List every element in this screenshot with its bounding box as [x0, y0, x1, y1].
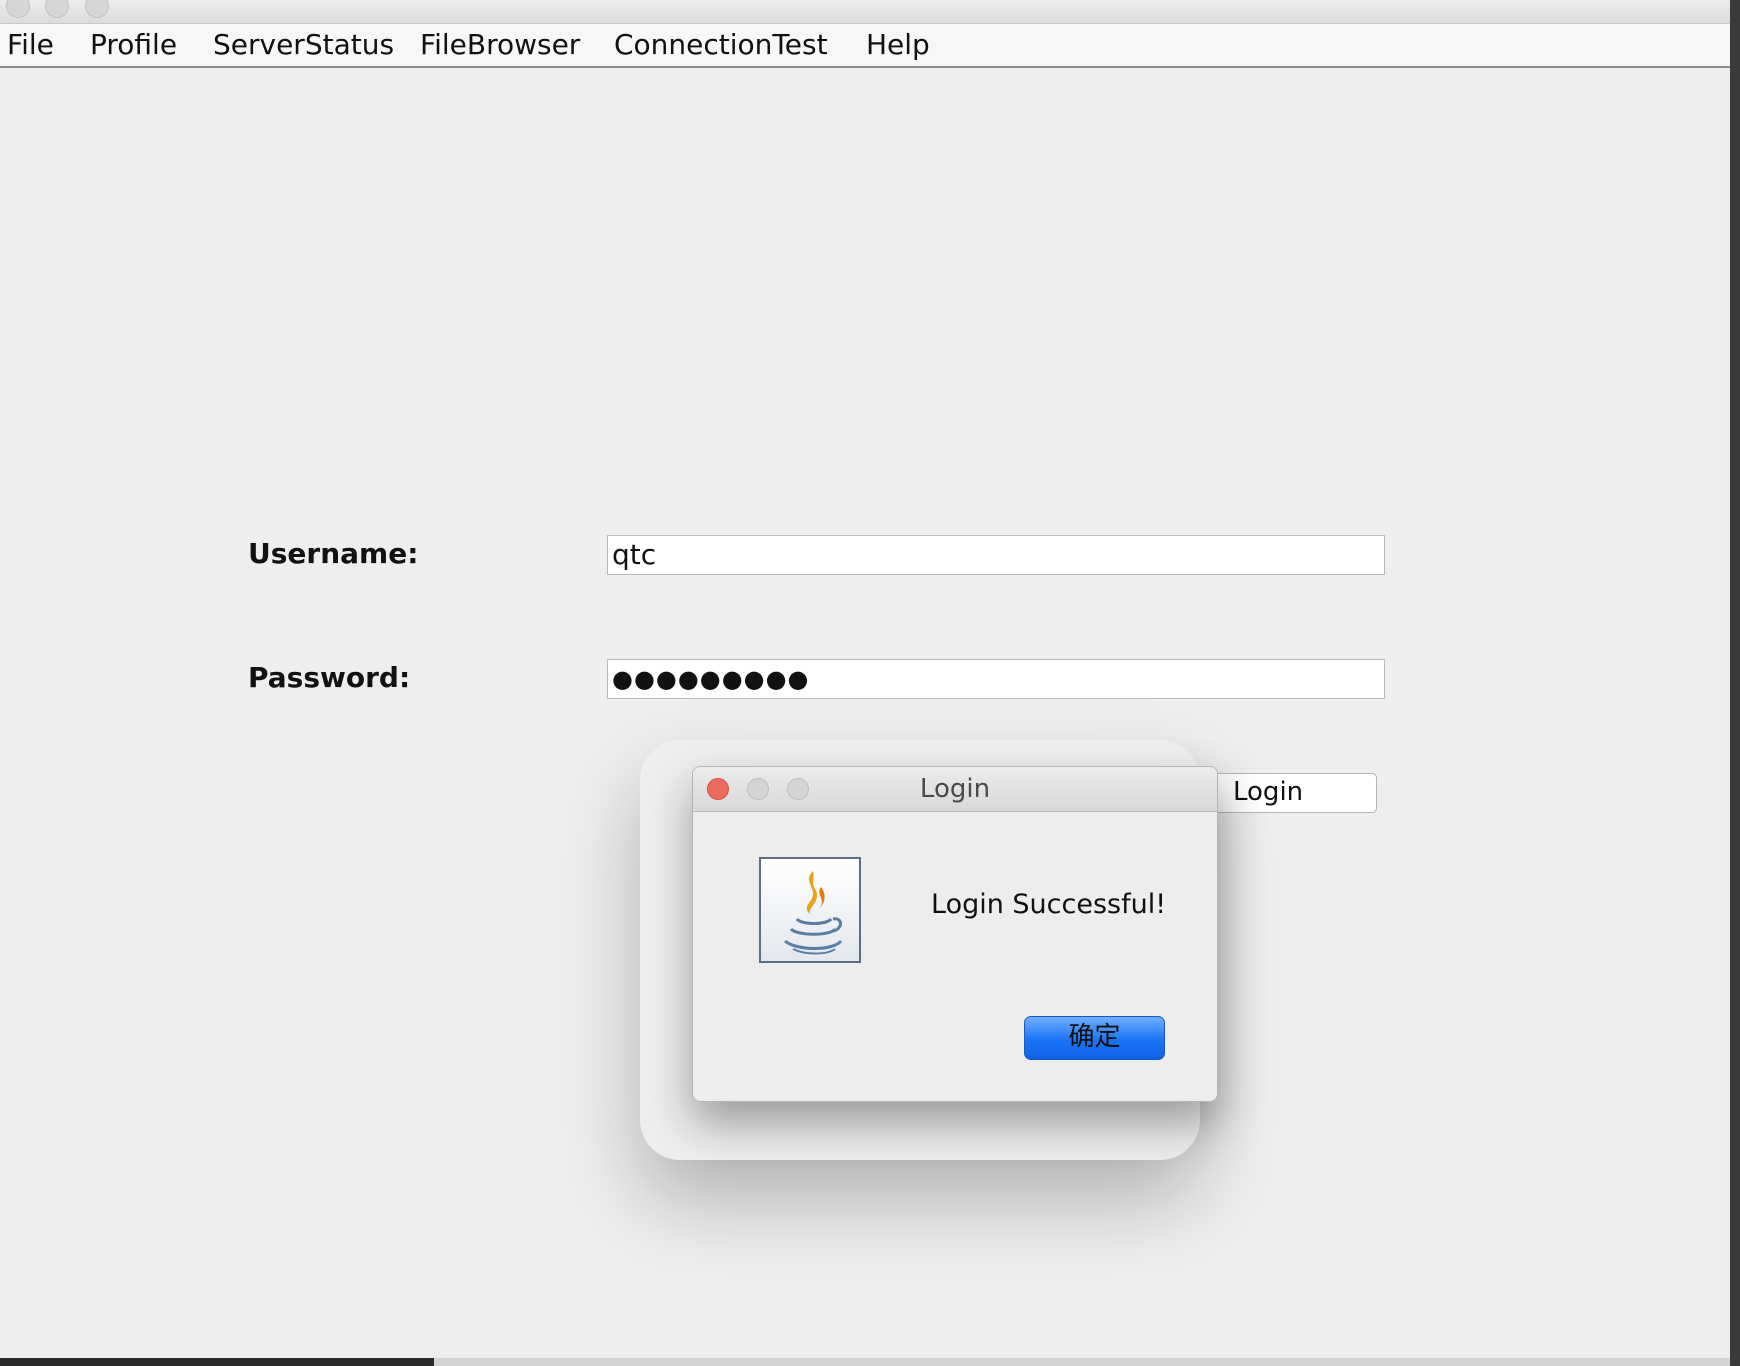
password-input[interactable]: ●●●●●●●●● [607, 659, 1385, 699]
login-dialog: Login Login Successful! 确定 [692, 766, 1218, 1102]
bottom-strip [0, 1358, 1730, 1366]
menu-profile[interactable]: Profile [90, 28, 177, 62]
ok-button[interactable]: 确定 [1024, 1016, 1165, 1060]
menu-server-status[interactable]: ServerStatus [213, 28, 394, 62]
menu-file-browser[interactable]: FileBrowser [420, 28, 580, 62]
password-label: Password: [248, 661, 411, 694]
window-minimize-button[interactable] [45, 0, 69, 18]
login-button[interactable]: Login [1210, 773, 1377, 813]
java-coffee-icon [759, 857, 861, 963]
menu-connection-test[interactable]: ConnectionTest [614, 28, 828, 62]
window-zoom-button[interactable] [85, 0, 109, 18]
dialog-message: Login Successful! [931, 889, 1167, 920]
window-close-button[interactable] [6, 0, 30, 18]
menu-help[interactable]: Help [866, 28, 930, 62]
java-logo-graphic [784, 871, 843, 955]
username-label: Username: [248, 537, 419, 570]
background-window-edge [1730, 0, 1740, 1366]
main-window: File Profile ServerStatus FileBrowser Co… [0, 0, 1730, 1366]
username-input[interactable]: qtc [607, 535, 1385, 575]
dialog-title: Login [919, 774, 991, 804]
bottom-strip-dark [0, 1358, 434, 1366]
window-titlebar [0, 0, 1730, 24]
login-panel [0, 68, 1730, 1358]
menu-file[interactable]: File [7, 28, 54, 62]
dialog-titlebar: Login [693, 767, 1217, 812]
menu-bar: File Profile ServerStatus FileBrowser Co… [0, 24, 1730, 68]
